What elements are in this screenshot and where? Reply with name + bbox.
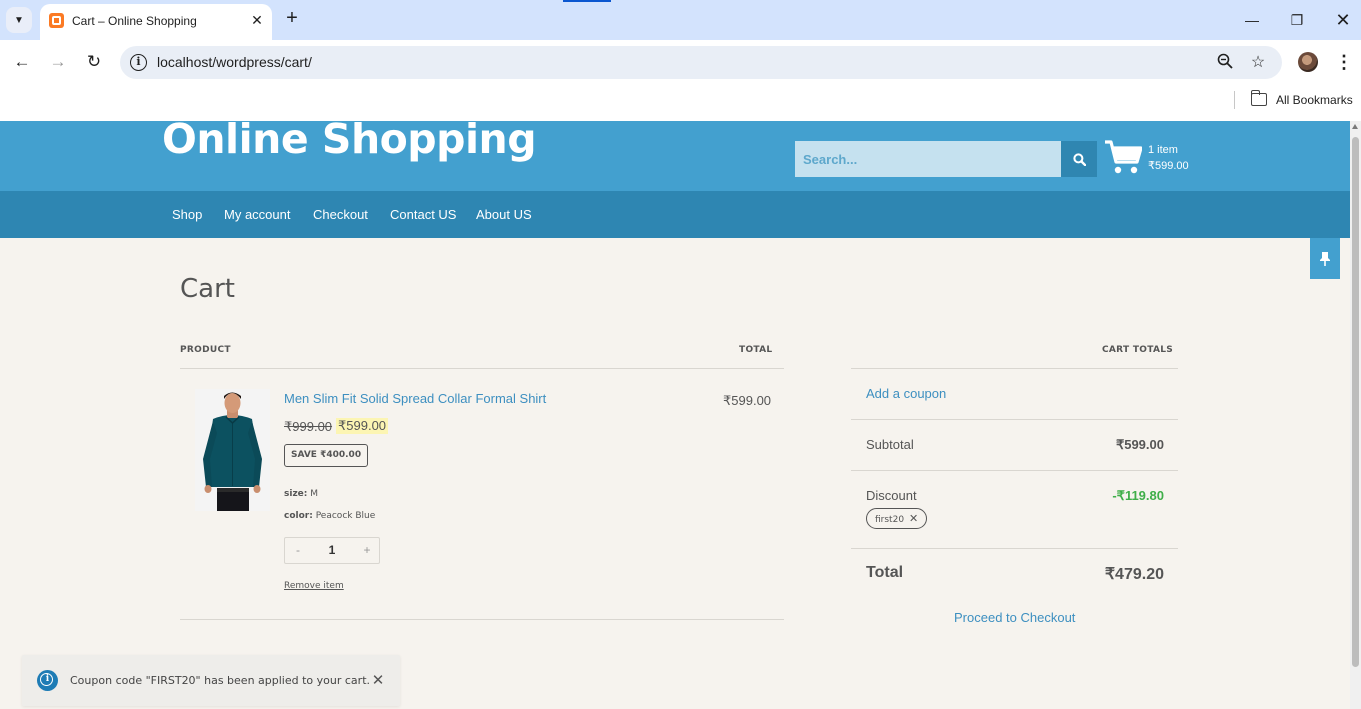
pin-icon — [1320, 251, 1330, 266]
chevron-down-icon: ▼ — [14, 14, 24, 26]
site-header: Online Shopping 1 item ₹599.00 — [0, 115, 1350, 191]
pin-side-tab[interactable] — [1310, 238, 1340, 279]
quantity-value[interactable]: 1 — [321, 543, 343, 557]
quantity-increase-button[interactable]: + — [359, 543, 375, 557]
nav-item-contact-us[interactable]: Contact US — [390, 207, 456, 222]
divider — [180, 368, 784, 369]
quantity-stepper: - 1 + — [284, 537, 380, 564]
coupon-code: first20 — [875, 515, 905, 525]
back-arrow-icon[interactable]: ← — [11, 51, 33, 73]
nav-item-checkout[interactable]: Checkout — [313, 207, 368, 222]
bookmarks-separator — [1234, 91, 1235, 109]
profile-avatar[interactable] — [1298, 52, 1318, 72]
product-size-meta: size: M — [284, 489, 318, 499]
info-icon: i — [37, 670, 58, 691]
primary-navigation: Shop My account Checkout Contact US Abou… — [0, 191, 1350, 238]
zoom-icon[interactable] — [1215, 53, 1235, 73]
xampp-favicon-icon — [49, 13, 64, 28]
minimize-window-icon[interactable]: — — [1237, 8, 1267, 32]
order-total-label: Total — [866, 564, 904, 581]
quantity-decrease-button[interactable]: - — [290, 543, 306, 557]
tab-drag-indicator — [563, 0, 611, 2]
dismiss-notice-icon[interactable]: ✕ — [370, 671, 386, 689]
regular-price: ₹999.00 — [284, 419, 333, 434]
remove-coupon-icon[interactable]: ✕ — [909, 509, 918, 528]
url-text[interactable]: localhost/wordpress/cart/ — [157, 54, 312, 70]
order-total-value: ₹479.20 — [1104, 566, 1164, 583]
search-icon — [1072, 152, 1086, 166]
site-info-icon[interactable]: i — [130, 54, 147, 71]
divider — [851, 419, 1178, 420]
cart-totals-heading: CART TOTALS — [1102, 345, 1174, 355]
browser-tab-active[interactable]: Cart – Online Shopping ✕ — [40, 4, 272, 40]
tab-close-icon[interactable]: ✕ — [248, 11, 266, 29]
browser-toolbar: ← → ↻ i localhost/wordpress/cart/ ☆ ⋮ — [0, 40, 1361, 85]
search-input[interactable] — [795, 141, 1061, 177]
divider — [851, 368, 1178, 369]
folder-icon[interactable] — [1250, 90, 1267, 106]
size-value: M — [310, 489, 319, 499]
product-name-link[interactable]: Men Slim Fit Solid Spread Collar Formal … — [284, 391, 546, 406]
product-column-header: PRODUCT — [180, 345, 231, 355]
page-scrollbar[interactable] — [1350, 121, 1361, 709]
browser-menu-icon[interactable]: ⋮ — [1334, 51, 1354, 73]
scrollbar-thumb[interactable] — [1352, 137, 1359, 667]
discount-value: -₹119.80 — [1112, 488, 1164, 503]
site-title[interactable]: Online Shopping — [162, 115, 537, 163]
subtotal-label: Subtotal — [866, 437, 914, 452]
restore-window-icon[interactable]: ❐ — [1282, 8, 1312, 32]
search-button[interactable] — [1061, 141, 1097, 177]
divider — [851, 548, 1178, 549]
remove-item-link[interactable]: Remove item — [284, 581, 344, 591]
browser-tab-strip: ▼ Cart – Online Shopping ✕ + — ❐ ✕ — [0, 0, 1361, 40]
shirt-model-image — [195, 389, 270, 511]
line-total: ₹599.00 — [723, 393, 772, 408]
nav-item-my-account[interactable]: My account — [224, 207, 290, 222]
subtotal-value: ₹599.00 — [1115, 437, 1164, 452]
color-value: Peacock Blue — [315, 511, 376, 521]
divider — [180, 619, 784, 620]
nav-item-shop[interactable]: Shop — [172, 207, 202, 222]
coupon-applied-notice: i Coupon code "FIRST20" has been applied… — [22, 655, 400, 706]
all-bookmarks-label[interactable]: All Bookmarks — [1276, 93, 1353, 107]
savings-badge: SAVE ₹400.00 — [284, 444, 369, 467]
cart-item-count[interactable]: 1 item — [1148, 144, 1178, 156]
total-column-header: TOTAL — [739, 345, 773, 355]
divider — [851, 470, 1178, 471]
size-label: size: — [284, 489, 308, 499]
reload-icon[interactable]: ↻ — [83, 51, 105, 73]
product-color-meta: color: Peacock Blue — [284, 511, 375, 521]
discount-label: Discount — [866, 488, 917, 503]
color-label: color: — [284, 511, 313, 521]
product-thumbnail[interactable] — [195, 389, 270, 511]
tab-title: Cart – Online Shopping — [72, 14, 197, 28]
close-window-icon[interactable]: ✕ — [1328, 8, 1358, 32]
add-coupon-link[interactable]: Add a coupon — [866, 386, 946, 401]
tab-search-button[interactable]: ▼ — [6, 7, 32, 33]
bookmark-star-icon[interactable]: ☆ — [1248, 53, 1268, 73]
new-tab-plus-icon[interactable]: + — [281, 8, 303, 30]
address-bar[interactable]: i localhost/wordpress/cart/ ☆ — [120, 46, 1282, 79]
proceed-to-checkout-button[interactable]: Proceed to Checkout — [954, 610, 1075, 625]
shopping-cart-icon[interactable] — [1104, 139, 1142, 175]
cart-amount[interactable]: ₹599.00 — [1148, 159, 1189, 172]
notice-message: Coupon code "FIRST20" has been applied t… — [70, 674, 370, 687]
sale-price: ₹599.00 — [336, 418, 389, 434]
forward-arrow-icon[interactable]: → — [47, 51, 69, 73]
nav-item-about-us[interactable]: About US — [476, 207, 532, 222]
page-title: Cart — [180, 274, 235, 304]
scroll-up-arrow-icon[interactable] — [1352, 124, 1358, 129]
applied-coupon-chip: first20 ✕ — [866, 508, 928, 529]
